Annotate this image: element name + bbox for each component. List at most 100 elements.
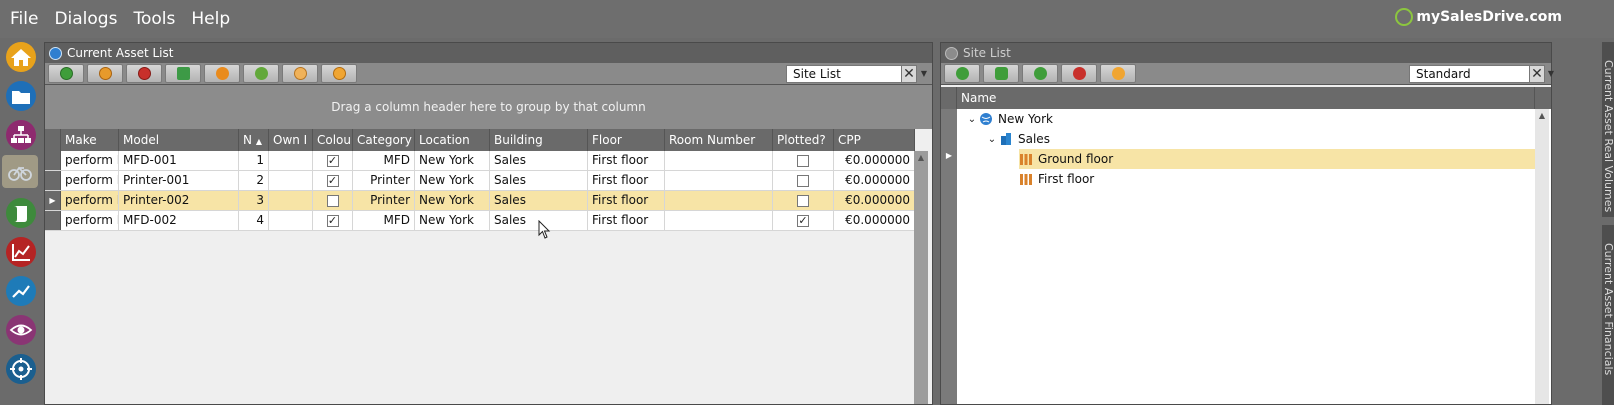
chart-icon[interactable]	[4, 235, 37, 268]
chevron-down-icon[interactable]: ⌄	[985, 134, 999, 145]
add-floor-button[interactable]	[1022, 64, 1058, 83]
view-selector[interactable]: Site List	[786, 65, 902, 83]
col-plotted[interactable]: Plotted?	[773, 129, 834, 151]
cell-own[interactable]	[269, 191, 313, 210]
row-indicator[interactable]	[45, 151, 61, 170]
cell-colour[interactable]: ✓	[313, 151, 353, 170]
menu-file[interactable]: File	[0, 9, 38, 29]
cell-n[interactable]: 3	[239, 191, 269, 210]
group-by-area[interactable]: Drag a column header here to group by th…	[45, 85, 932, 129]
cell-room[interactable]	[665, 211, 773, 230]
cell-cpp[interactable]: €0.000000	[834, 211, 915, 230]
tree-node-ground-floor[interactable]: Ground floor	[1019, 149, 1535, 169]
row-indicator[interactable]: ▶	[45, 191, 61, 210]
chevron-down-icon[interactable]: ▼	[1546, 65, 1556, 83]
checkbox[interactable]	[326, 194, 339, 207]
settings-button[interactable]	[204, 64, 240, 83]
cell-make[interactable]: perform I	[61, 171, 119, 190]
cell-cpp[interactable]: €0.000000	[834, 191, 915, 210]
col-name[interactable]: Name	[957, 87, 1535, 109]
menu-dialogs[interactable]: Dialogs	[44, 9, 117, 29]
chevron-down-icon[interactable]: ▼	[919, 65, 929, 83]
remove-button[interactable]	[126, 64, 162, 83]
checkbox[interactable]: ✓	[326, 154, 339, 167]
tree-node-sales[interactable]: ⌄ Sales	[985, 129, 1535, 149]
cell-floor[interactable]: First floor	[588, 171, 665, 190]
cell-location[interactable]: New York	[415, 171, 490, 190]
scroll-up-icon[interactable]: ▲	[914, 151, 928, 165]
cell-floor[interactable]: First floor	[588, 211, 665, 230]
scroll-icon[interactable]	[4, 196, 37, 229]
checkbox[interactable]	[797, 154, 809, 167]
cell-floor[interactable]: First floor	[588, 191, 665, 210]
cell-category[interactable]: MFD	[353, 151, 415, 170]
cell-colour[interactable]: ✓	[313, 211, 353, 230]
sync-button[interactable]	[1100, 64, 1136, 83]
cell-n[interactable]: 4	[239, 211, 269, 230]
cell-own[interactable]	[269, 211, 313, 230]
cell-make[interactable]: perform I	[61, 151, 119, 170]
eye-icon[interactable]	[4, 313, 37, 346]
cell-n[interactable]: 2	[239, 171, 269, 190]
cell-model[interactable]: Printer-001	[119, 171, 239, 190]
cell-building[interactable]: Sales	[490, 191, 588, 210]
cell-cpp[interactable]: €0.000000	[834, 171, 915, 190]
cell-make[interactable]: perform I	[61, 211, 119, 230]
menu-help[interactable]: Help	[181, 9, 230, 29]
cell-location[interactable]: New York	[415, 211, 490, 230]
cell-make[interactable]: perform I	[61, 191, 119, 210]
cell-location[interactable]: New York	[415, 191, 490, 210]
cell-room[interactable]	[665, 191, 773, 210]
cell-plotted[interactable]	[773, 151, 834, 170]
side-tab-financials[interactable]: Current Asset Financials	[1602, 225, 1614, 405]
tree-vertical-scrollbar[interactable]: ▲	[1535, 109, 1549, 404]
col-floor[interactable]: Floor	[588, 129, 665, 151]
cell-floor[interactable]: First floor	[588, 151, 665, 170]
table-row[interactable]: ▶ perform I Printer-002 3 Printer New York Sal…	[45, 191, 915, 211]
cell-category[interactable]: Printer	[353, 191, 415, 210]
hierarchy-icon[interactable]	[4, 118, 37, 151]
folder-icon[interactable]	[4, 79, 37, 112]
col-make[interactable]: Make	[61, 129, 119, 151]
cell-room[interactable]	[665, 151, 773, 170]
clear-view-button[interactable]: ✕	[901, 65, 917, 83]
sync-button[interactable]	[321, 64, 357, 83]
col-n[interactable]: N ▲	[239, 129, 269, 151]
swap-button[interactable]	[165, 64, 201, 83]
cell-plotted[interactable]: ✓	[773, 211, 834, 230]
cell-category[interactable]: Printer	[353, 171, 415, 190]
row-indicator[interactable]	[45, 171, 61, 190]
cell-own[interactable]	[269, 171, 313, 190]
checkbox[interactable]	[797, 194, 809, 207]
add-building-button[interactable]	[983, 64, 1019, 83]
home-icon[interactable]	[4, 40, 37, 73]
grid-vertical-scrollbar[interactable]: ▲	[914, 151, 928, 404]
clear-view-button[interactable]: ✕	[1529, 65, 1545, 83]
col-model[interactable]: Model	[119, 129, 239, 151]
add-button[interactable]	[48, 64, 84, 83]
table-row[interactable]: perform I MFD-001 1 ✓ MFD New York Sales First …	[45, 151, 915, 171]
target-icon[interactable]	[4, 352, 37, 385]
trend-icon[interactable]	[4, 274, 37, 307]
cell-model[interactable]: MFD-002	[119, 211, 239, 230]
table-row[interactable]: perform I Printer-001 2 ✓ Printer New York Sal…	[45, 171, 915, 191]
tree-node-first-floor[interactable]: First floor	[1019, 169, 1535, 189]
cell-plotted[interactable]	[773, 191, 834, 210]
col-category[interactable]: Category	[353, 129, 415, 151]
cell-plotted[interactable]	[773, 171, 834, 190]
cell-building[interactable]: Sales	[490, 171, 588, 190]
tree-node-new-york[interactable]: ⌄ New York	[965, 109, 1535, 129]
scroll-up-icon[interactable]: ▲	[1535, 109, 1549, 123]
checkbox[interactable]: ✓	[326, 174, 339, 187]
bicycle-icon[interactable]	[2, 155, 38, 188]
menu-tools[interactable]: Tools	[123, 9, 175, 29]
cell-location[interactable]: New York	[415, 151, 490, 170]
cell-n[interactable]: 1	[239, 151, 269, 170]
col-room-number[interactable]: Room Number	[665, 129, 773, 151]
col-own-id[interactable]: Own I	[269, 129, 313, 151]
chevron-down-icon[interactable]: ⌄	[965, 114, 979, 125]
cell-building[interactable]: Sales	[490, 151, 588, 170]
cell-cpp[interactable]: €0.000000	[834, 151, 915, 170]
cell-colour[interactable]: ✓	[313, 171, 353, 190]
cell-own[interactable]	[269, 151, 313, 170]
